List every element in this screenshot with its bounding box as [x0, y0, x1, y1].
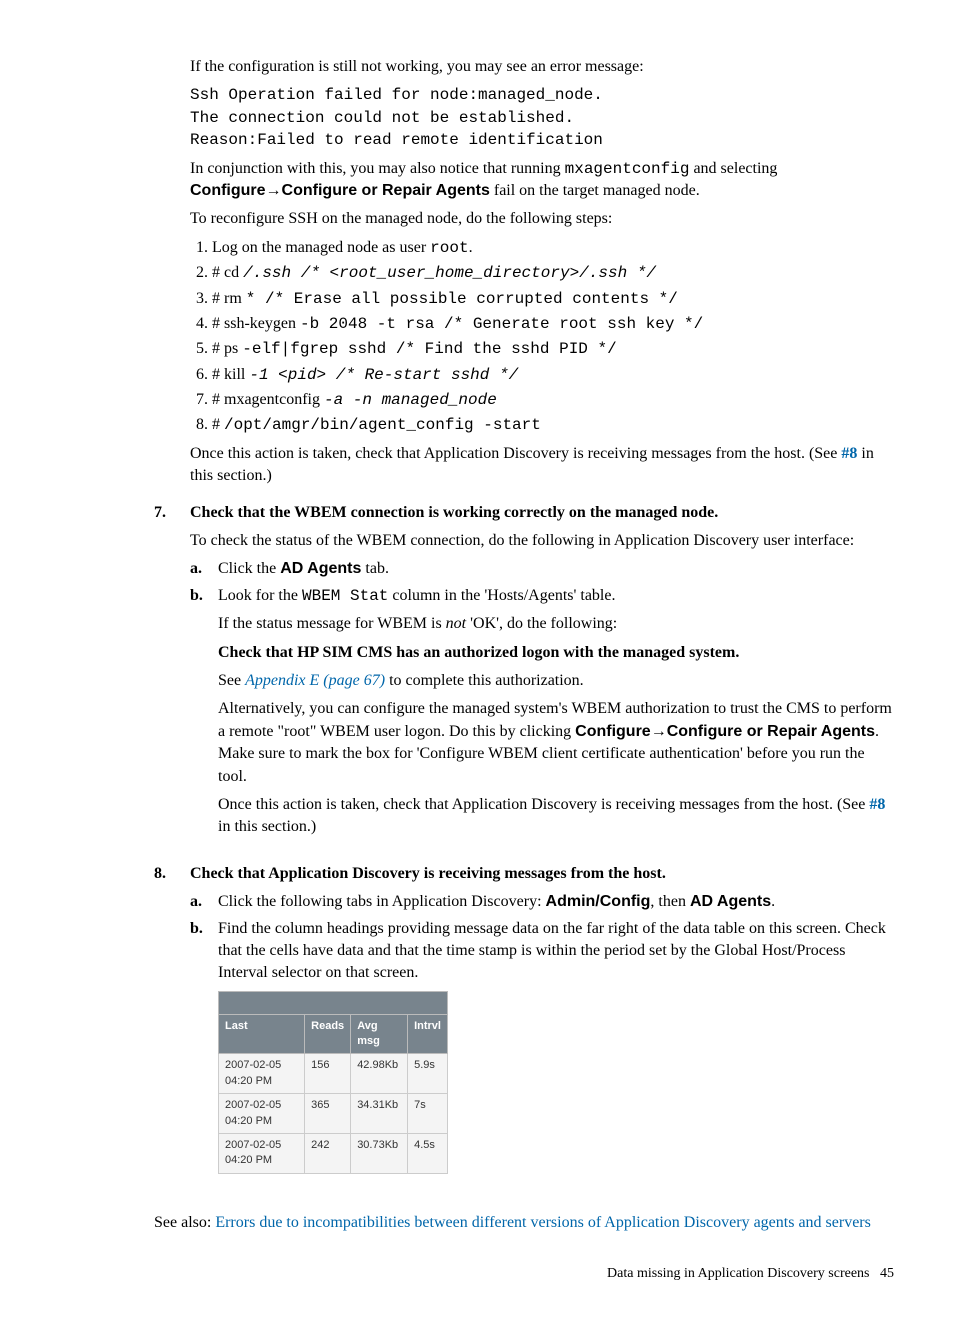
list-item: # ps -elf|fgrep sshd /* Find the sshd PI… — [212, 338, 894, 360]
col-reads: Reads — [305, 1014, 351, 1054]
ref-8-link[interactable]: #8 — [841, 445, 857, 462]
list-item: # rm * /* Erase all possible corrupted c… — [212, 288, 894, 310]
see-also-link[interactable]: Errors due to incompatibilities between … — [215, 1214, 871, 1231]
substep-b-line1: Look for the WBEM Stat column in the 'Ho… — [218, 585, 894, 607]
substep-8b-text: Find the column headings providing messa… — [218, 918, 894, 985]
list-item: # ssh-keygen -b 2048 -t rsa /* Generate … — [212, 313, 894, 335]
substep-8b-letter: b. — [190, 918, 218, 1184]
substep-a-body: Click the AD Agents tab. — [218, 558, 894, 580]
step-7-intro: To check the status of the WBEM connecti… — [190, 530, 894, 552]
table-header-band — [218, 991, 448, 1014]
appendix-e-link[interactable]: Appendix E (page 67) — [245, 672, 385, 689]
page-footer: Data missing in Application Discovery sc… — [60, 1264, 894, 1284]
ssh-steps-list: Log on the managed node as user root. # … — [190, 237, 894, 437]
appendix-ref: See Appendix E (page 67) to complete thi… — [218, 670, 894, 692]
table-row: 2007-02-05 04:20 PM 242 30.73Kb 4.5s — [219, 1134, 448, 1174]
reconfigure-intro: To reconfigure SSH on the managed node, … — [190, 208, 894, 230]
post-action-check: Once this action is taken, check that Ap… — [190, 443, 894, 488]
see-also: See also: Errors due to incompatibilitie… — [154, 1212, 894, 1234]
substep-a-letter: a. — [190, 558, 218, 580]
substep-b-letter: b. — [190, 585, 218, 845]
message-data-table: Last Reads Avg msg Intrvl 2007-02-05 04:… — [218, 1014, 448, 1174]
authorized-logon-heading: Check that HP SIM CMS has an authorized … — [218, 642, 894, 664]
table-header-row: Last Reads Avg msg Intrvl — [219, 1014, 448, 1054]
list-item: # /opt/amgr/bin/agent_config -start — [212, 414, 894, 436]
table-row: 2007-02-05 04:20 PM 156 42.98Kb 5.9s — [219, 1054, 448, 1094]
alternative-paragraph: Alternatively, you can configure the man… — [218, 698, 894, 788]
post-action-check-2: Once this action is taken, check that Ap… — [218, 794, 894, 839]
substep-8a-body: Click the following tabs in Application … — [218, 891, 894, 913]
substep-b-line2: If the status message for WBEM is not 'O… — [218, 613, 894, 635]
step-7-title: Check that the WBEM connection is workin… — [190, 502, 894, 524]
ssh-error-block: Ssh Operation failed for node:managed_no… — [190, 84, 894, 151]
list-item: # cd /.ssh /* <root_user_home_directory>… — [212, 262, 894, 284]
list-item: # kill -1 <pid> /* Re-start sshd */ — [212, 364, 894, 386]
step-7-number: 7. — [154, 502, 190, 849]
col-intrvl: Intrvl — [408, 1014, 448, 1054]
table-row: 2007-02-05 04:20 PM 365 34.31Kb 7s — [219, 1094, 448, 1134]
mxagent-paragraph: In conjunction with this, you may also n… — [190, 158, 894, 203]
ref-8-link-2[interactable]: #8 — [869, 796, 885, 813]
list-item: Log on the managed node as user root. — [212, 237, 894, 259]
col-avg-msg: Avg msg — [351, 1014, 408, 1054]
step-8-number: 8. — [154, 863, 190, 1188]
step-8-title: Check that Application Discovery is rece… — [190, 863, 894, 885]
col-last: Last — [219, 1014, 305, 1054]
list-item: # mxagentconfig -a -n managed_node — [212, 389, 894, 411]
config-error-intro: If the configuration is still not workin… — [190, 56, 894, 78]
substep-8a-letter: a. — [190, 891, 218, 913]
